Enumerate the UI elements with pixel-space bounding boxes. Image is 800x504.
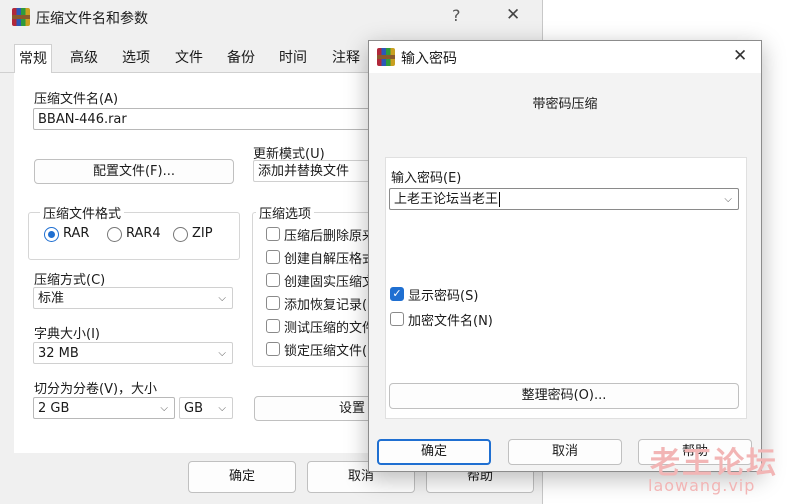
encrypt-names-label: 加密文件名(N): [408, 314, 493, 329]
tab-general[interactable]: 常规: [14, 44, 52, 74]
option-label-2: 创建自解压格式: [284, 252, 370, 267]
main-window-title: 压缩文件名和参数: [36, 11, 148, 27]
method-select[interactable]: 标准 ⌵: [33, 287, 233, 309]
split-unit-select[interactable]: GB ⌵: [179, 397, 233, 419]
option-checkbox-1[interactable]: [266, 227, 280, 241]
password-input[interactable]: 上老王论坛当老王 ⌵: [389, 188, 739, 210]
profile-button[interactable]: 配置文件(F)...: [34, 159, 234, 184]
radio-zip[interactable]: [173, 227, 188, 242]
password-value: 上老王论坛当老王: [394, 192, 499, 207]
watermark-url: laowang.vip: [648, 476, 756, 495]
split-label: 切分为分卷(V)，大小: [34, 382, 158, 397]
dialog-title: 输入密码: [401, 51, 457, 67]
radio-rar-label: RAR: [63, 226, 90, 241]
password-dialog: 输入密码 ✕ 带密码压缩 输入密码(E) 上老王论坛当老王 ⌵ ✓ 显示密码(S…: [368, 40, 762, 472]
option-label-1: 压缩后删除原来: [284, 229, 370, 244]
dialog-cancel-button[interactable]: 取消: [508, 439, 622, 465]
update-mode-select[interactable]: 添加并替换文件: [253, 160, 373, 182]
tab-advanced[interactable]: 高级: [66, 44, 102, 72]
help-icon[interactable]: ?: [452, 6, 461, 25]
dict-label: 字典大小(I): [34, 327, 100, 342]
tab-backup[interactable]: 备份: [223, 44, 259, 72]
archive-name-label: 压缩文件名(A): [34, 92, 119, 107]
settings-button[interactable]: 设置: [254, 396, 374, 421]
option-checkbox-2[interactable]: [266, 250, 280, 264]
split-size-input[interactable]: 2 GB ⌵: [33, 397, 175, 419]
dict-select[interactable]: 32 MB ⌵: [33, 342, 233, 364]
password-label: 输入密码(E): [391, 171, 462, 186]
tab-options[interactable]: 选项: [118, 44, 154, 72]
show-password-label: 显示密码(S): [408, 289, 479, 304]
dict-value: 32 MB: [38, 346, 79, 361]
option-checkbox-6[interactable]: [266, 342, 280, 356]
dialog-ok-button[interactable]: 确定: [377, 439, 491, 465]
option-label-3: 创建固实压缩文: [284, 275, 370, 290]
split-unit-value: GB: [184, 401, 203, 416]
dialog-close-icon[interactable]: ✕: [733, 46, 747, 66]
main-ok-button[interactable]: 确定: [188, 461, 296, 493]
option-label-6: 锁定压缩文件(: [284, 344, 368, 359]
chevron-down-icon[interactable]: ⌵: [724, 189, 732, 209]
option-checkbox-4[interactable]: [266, 296, 280, 310]
tab-comment[interactable]: 注释: [328, 44, 364, 72]
split-size-value: 2 GB: [38, 401, 70, 416]
chevron-down-icon: ⌵: [218, 348, 226, 359]
radio-rar4[interactable]: [107, 227, 122, 242]
option-label-4: 添加恢复记录(: [284, 298, 368, 313]
organize-passwords-button[interactable]: 整理密码(O)...: [389, 383, 739, 409]
winrar-logo-icon: [12, 8, 30, 26]
radio-zip-label: ZIP: [192, 226, 213, 241]
main-close-icon[interactable]: ✕: [506, 5, 520, 25]
encrypt-names-checkbox[interactable]: [390, 312, 404, 326]
radio-rar[interactable]: [44, 227, 59, 242]
dialog-subtitle: 带密码压缩: [532, 97, 598, 112]
archive-name-input[interactable]: BBAN-446.rar: [33, 108, 373, 130]
chevron-down-icon: ⌵: [218, 293, 226, 304]
chevron-down-icon: ⌵: [160, 403, 168, 414]
format-group-label: 压缩文件格式: [40, 203, 125, 222]
show-password-checkbox[interactable]: ✓: [390, 287, 404, 301]
method-label: 压缩方式(C): [34, 273, 106, 288]
tab-time[interactable]: 时间: [275, 44, 311, 72]
text-caret: [499, 192, 501, 207]
winrar-logo-icon: [377, 48, 395, 66]
method-value: 标准: [38, 291, 65, 306]
options-group-label: 压缩选项: [256, 203, 315, 222]
option-checkbox-5[interactable]: [266, 319, 280, 333]
option-checkbox-3[interactable]: [266, 273, 280, 287]
radio-rar4-label: RAR4: [126, 226, 161, 241]
tab-files[interactable]: 文件: [171, 44, 207, 72]
chevron-down-icon: ⌵: [218, 403, 226, 414]
option-label-5: 测试压缩的文件: [284, 321, 370, 336]
